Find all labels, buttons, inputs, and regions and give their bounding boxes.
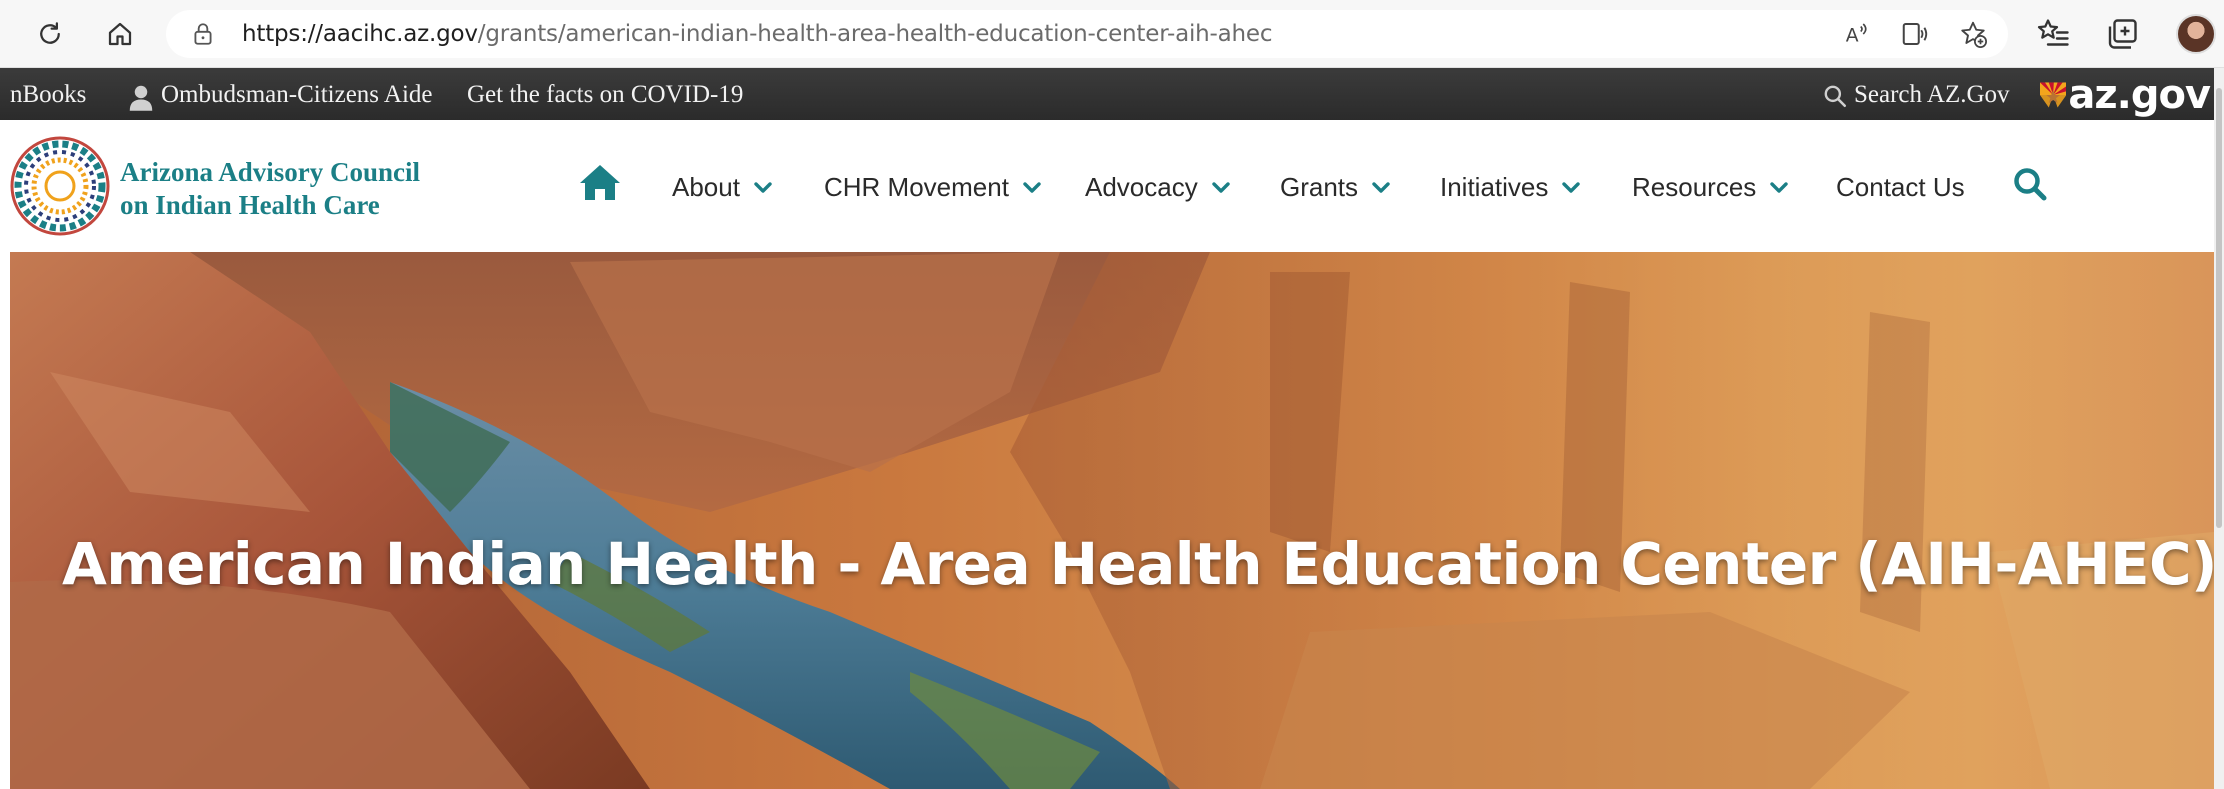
- covid-link[interactable]: Get the facts on COVID-19: [467, 81, 743, 109]
- site-search-icon[interactable]: [2012, 166, 2048, 202]
- azgov-wordmark: az.gov: [2068, 72, 2211, 118]
- chevron-down-icon: [1023, 181, 1041, 193]
- nav-initiatives[interactable]: Initiatives: [1440, 172, 1581, 203]
- ombudsman-link[interactable]: Ombudsman-Citizens Aide: [161, 81, 433, 109]
- chevron-down-icon: [754, 181, 772, 193]
- page-title: American Indian Health - Area Health Edu…: [62, 530, 2214, 598]
- ebooks-link[interactable]: nBooks: [10, 81, 86, 109]
- council-logo[interactable]: [10, 136, 110, 236]
- url-host: https://aacihc.az.gov: [242, 21, 478, 47]
- nav-initiatives-label: Initiatives: [1440, 172, 1549, 202]
- site-name-line2: on Indian Health Care: [120, 190, 380, 220]
- immersive-reader-icon[interactable]: [1900, 19, 1930, 49]
- search-azgov-link[interactable]: Search AZ.Gov: [1854, 81, 2010, 109]
- chevron-down-icon: [1372, 181, 1390, 193]
- read-aloud-icon[interactable]: A: [1842, 19, 1872, 49]
- add-favorite-icon[interactable]: [1958, 19, 1988, 49]
- nav-contact-us[interactable]: Contact Us: [1836, 172, 1965, 203]
- azgov-logo[interactable]: az.gov: [2040, 72, 2211, 118]
- person-icon: [129, 85, 153, 111]
- scrollbar-thumb[interactable]: [2216, 88, 2222, 528]
- chevron-down-icon: [1212, 181, 1230, 193]
- page-scrollbar[interactable]: [2214, 68, 2224, 789]
- nav-contact-us-label: Contact Us: [1836, 172, 1965, 202]
- home-icon[interactable]: [100, 14, 140, 54]
- svg-text:A: A: [1846, 26, 1859, 47]
- nav-chr-movement[interactable]: CHR Movement: [824, 172, 1041, 203]
- profile-avatar[interactable]: [2176, 14, 2216, 54]
- canyon-background-image: [10, 252, 2214, 789]
- nav-grants[interactable]: Grants: [1280, 172, 1390, 203]
- url-text[interactable]: https://aacihc.az.gov/grants/american-in…: [242, 21, 1273, 47]
- refresh-icon[interactable]: [30, 14, 70, 54]
- site-name[interactable]: Arizona Advisory Council on Indian Healt…: [120, 156, 420, 222]
- search-icon[interactable]: [1822, 83, 1848, 109]
- nav-about[interactable]: About: [672, 172, 772, 203]
- nav-about-label: About: [672, 172, 740, 202]
- url-path: /grants/american-indian-health-area-heal…: [477, 21, 1273, 47]
- site-header: Arizona Advisory Council on Indian Healt…: [0, 120, 2224, 252]
- site-name-line1: Arizona Advisory Council: [120, 157, 421, 187]
- chevron-down-icon: [1562, 181, 1581, 193]
- nav-chr-movement-label: CHR Movement: [824, 172, 1009, 202]
- nav-resources-label: Resources: [1632, 172, 1757, 202]
- chevron-down-icon: [1770, 181, 1788, 193]
- lock-icon[interactable]: [190, 21, 216, 47]
- azgov-utility-bar: nBooks Ombudsman-Citizens Aide Get the f…: [0, 68, 2224, 120]
- nav-grants-label: Grants: [1280, 172, 1359, 202]
- arizona-flag-icon: [2040, 82, 2067, 108]
- collections-icon[interactable]: [2104, 16, 2140, 52]
- address-bar[interactable]: https://aacihc.az.gov/grants/american-in…: [166, 10, 2008, 58]
- nav-advocacy-label: Advocacy: [1085, 172, 1198, 202]
- browser-toolbar: https://aacihc.az.gov/grants/american-in…: [0, 0, 2224, 68]
- favorites-icon[interactable]: [2036, 16, 2072, 52]
- hero-banner: American Indian Health - Area Health Edu…: [10, 252, 2214, 789]
- home-nav-icon[interactable]: [578, 162, 622, 202]
- nav-advocacy[interactable]: Advocacy: [1085, 172, 1230, 203]
- nav-resources[interactable]: Resources: [1632, 172, 1788, 203]
